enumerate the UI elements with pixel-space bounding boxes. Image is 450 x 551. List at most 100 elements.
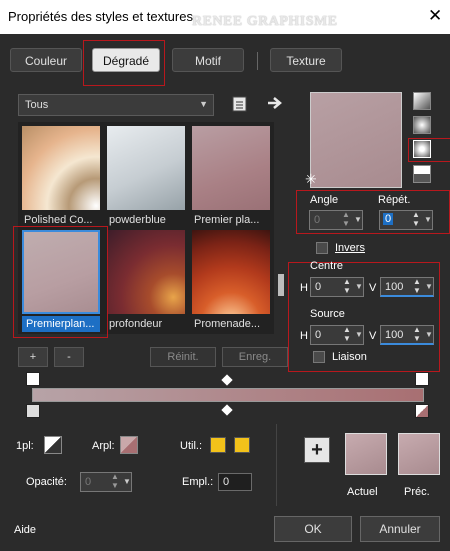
gradient-thumb[interactable] bbox=[107, 230, 185, 314]
spin-arrows-icon[interactable]: ▲ ▼ bbox=[413, 325, 421, 343]
source-v-spinner[interactable]: 100 ▲ ▼ ▼ bbox=[380, 325, 434, 345]
save-gradient-button[interactable]: Enreg. bbox=[222, 347, 288, 367]
invert-checkbox[interactable] bbox=[316, 242, 328, 254]
spin-arrows-icon[interactable]: ▲ ▼ bbox=[413, 277, 421, 295]
highlight-box bbox=[408, 138, 450, 162]
chevron-down-icon[interactable]: ▼ bbox=[425, 282, 433, 291]
tab-divider bbox=[257, 52, 258, 70]
gradient-bar[interactable] bbox=[32, 388, 424, 402]
chevron-down-icon: ▼ bbox=[199, 99, 208, 109]
previous-swatch[interactable] bbox=[398, 433, 440, 475]
gradient-thumb[interactable] bbox=[107, 126, 185, 210]
spin-arrows-icon[interactable]: ▲ ▼ bbox=[111, 472, 119, 490]
angle-spinner[interactable]: 0 ▲ ▼ ▼ bbox=[309, 210, 363, 230]
gradient-name: Promenade... bbox=[194, 318, 261, 330]
user-color-swatch[interactable] bbox=[234, 437, 250, 453]
tab-texture[interactable]: Texture bbox=[270, 48, 342, 72]
reset-button[interactable]: Réinit. bbox=[150, 347, 216, 367]
location-input[interactable]: 0 bbox=[218, 473, 252, 491]
source-v-label: V bbox=[369, 330, 377, 342]
linear-style-icon[interactable] bbox=[413, 92, 431, 110]
divider bbox=[276, 424, 277, 506]
source-h-spinner[interactable]: 0 ▲ ▼ ▼ bbox=[310, 325, 364, 345]
scrollbar-thumb[interactable] bbox=[278, 274, 284, 296]
color-midpoint[interactable] bbox=[221, 404, 233, 416]
cancel-button[interactable]: Annuler bbox=[360, 516, 440, 542]
invert-label: Invers bbox=[335, 242, 365, 254]
location-label: Empl.: bbox=[182, 476, 214, 488]
repeat-spinner[interactable]: 0 ▲ ▼ ▼ bbox=[379, 210, 433, 230]
watermark: RENEE GRAPHISME bbox=[192, 14, 338, 29]
angle-label: Angle bbox=[310, 194, 339, 206]
gradient-thumb[interactable] bbox=[192, 230, 270, 314]
background-stop-icon[interactable] bbox=[120, 436, 138, 454]
category-select[interactable]: Tous ▼ bbox=[18, 94, 214, 116]
help-link[interactable]: Aide bbox=[14, 524, 36, 536]
gradient-preview[interactable] bbox=[310, 92, 402, 188]
spin-arrows-icon[interactable]: ▲ ▼ bbox=[343, 325, 351, 343]
spin-arrows-icon[interactable]: ▲ ▼ bbox=[343, 277, 351, 295]
title-bar: Propriétés des styles et textures RENEE … bbox=[0, 0, 450, 34]
color-stop-end[interactable] bbox=[415, 404, 429, 418]
highlight-box bbox=[13, 226, 108, 338]
radial-style-icon[interactable] bbox=[413, 165, 431, 183]
add-swatch-button[interactable]: + bbox=[304, 437, 330, 463]
angle-value: 0 bbox=[314, 214, 321, 226]
rectangular-style-icon[interactable] bbox=[413, 116, 431, 134]
link-checkbox[interactable] bbox=[313, 351, 325, 363]
library-scrollbar[interactable] bbox=[277, 122, 285, 334]
previous-label: Préc. bbox=[404, 486, 430, 498]
arrow-right-icon[interactable] bbox=[266, 95, 284, 111]
repeat-label: Répét. bbox=[378, 194, 411, 206]
tab-couleur[interactable]: Couleur bbox=[10, 48, 82, 72]
opacity-value: 0 bbox=[85, 476, 92, 488]
current-label: Actuel bbox=[347, 486, 378, 498]
category-value: Tous bbox=[25, 99, 49, 111]
spin-arrows-icon[interactable]: ▲ ▼ bbox=[342, 210, 350, 228]
current-swatch[interactable] bbox=[345, 433, 387, 475]
user-label: Util.: bbox=[180, 440, 202, 452]
chevron-down-icon[interactable]: ▼ bbox=[424, 215, 432, 224]
repeat-value: 0 bbox=[383, 213, 394, 225]
gradient-name: profondeur bbox=[109, 318, 163, 330]
source-label: Source bbox=[310, 308, 345, 320]
chevron-down-icon[interactable]: ▼ bbox=[354, 215, 362, 224]
close-icon[interactable]: ✕ bbox=[428, 6, 442, 26]
center-h-label: H bbox=[300, 282, 308, 294]
user-color-swatch[interactable] bbox=[210, 437, 226, 453]
opacity-midpoint[interactable] bbox=[221, 374, 233, 386]
remove-gradient-button[interactable]: - bbox=[54, 347, 84, 367]
gradient-thumb[interactable] bbox=[22, 126, 100, 210]
tab-motif[interactable]: Motif bbox=[172, 48, 244, 72]
ok-button[interactable]: OK bbox=[274, 516, 352, 542]
fg-label: 1pl: bbox=[16, 440, 34, 452]
location-value: 0 bbox=[223, 476, 230, 488]
foreground-stop-icon[interactable] bbox=[44, 436, 62, 454]
gradient-thumb[interactable] bbox=[192, 126, 270, 210]
opacity-stop-start[interactable] bbox=[26, 372, 40, 386]
color-stop-start[interactable] bbox=[26, 404, 40, 418]
opacity-stop-end[interactable] bbox=[415, 372, 429, 386]
gradient-name: Premier pla... bbox=[194, 214, 260, 226]
library-view-icon[interactable] bbox=[232, 95, 248, 113]
bg-label: Arpl: bbox=[92, 440, 115, 452]
highlight-box bbox=[83, 40, 165, 86]
center-v-label: V bbox=[369, 282, 377, 294]
link-label: Liaison bbox=[332, 351, 367, 363]
center-v-spinner[interactable]: 100 ▲ ▼ ▼ bbox=[380, 277, 434, 297]
source-v-value: 100 bbox=[385, 329, 404, 341]
center-h-spinner[interactable]: 0 ▲ ▼ ▼ bbox=[310, 277, 364, 297]
source-h-value: 0 bbox=[315, 329, 322, 341]
center-h-value: 0 bbox=[315, 281, 322, 293]
chevron-down-icon[interactable]: ▼ bbox=[123, 477, 131, 486]
opacity-label: Opacité: bbox=[26, 476, 67, 488]
chevron-down-icon[interactable]: ▼ bbox=[355, 282, 363, 291]
spin-arrows-icon[interactable]: ▲ ▼ bbox=[412, 210, 420, 228]
window-title: Propriétés des styles et textures bbox=[8, 9, 193, 24]
chevron-down-icon[interactable]: ▼ bbox=[355, 330, 363, 339]
crosshair-icon[interactable]: ✳ bbox=[305, 172, 319, 186]
add-gradient-button[interactable]: + bbox=[18, 347, 48, 367]
opacity-spinner[interactable]: 0 ▲ ▼ ▼ bbox=[80, 472, 132, 492]
center-v-value: 100 bbox=[385, 281, 404, 293]
chevron-down-icon[interactable]: ▼ bbox=[425, 330, 433, 339]
